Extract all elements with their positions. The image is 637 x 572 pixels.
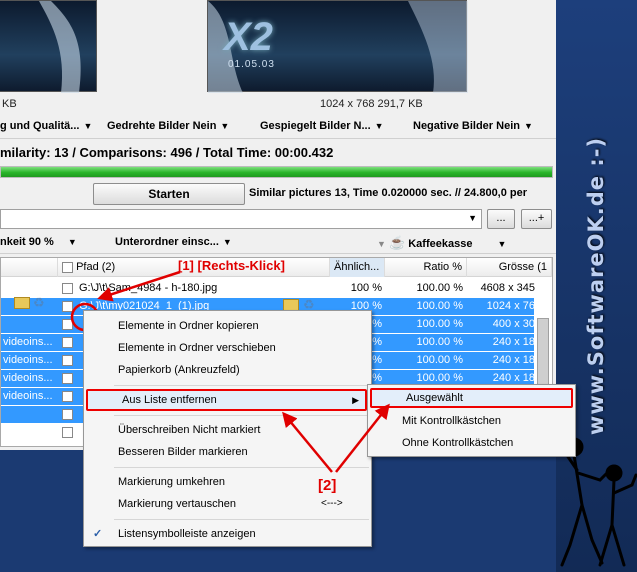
menu-item-swap-label: Markierung vertauschen (118, 498, 237, 510)
menu-item-remove-label: Aus Liste entfernen (122, 394, 217, 406)
mirrored-label: Gespiegelt Bilder N... (260, 120, 371, 132)
coffee-label: Kaffeekasse (408, 238, 473, 250)
quality-label: g und Qualitä... (0, 120, 80, 132)
options-bar: g und Qualitä... ▼ Gedrehte Bilder Nein ▼ … (0, 115, 556, 139)
status-text: Similar pictures 13, Time 0.020000 sec. … (249, 187, 528, 199)
row-checkbox[interactable] (62, 373, 73, 384)
left-thumbnail-art (39, 1, 81, 93)
menu-item-copy[interactable]: Elemente in Ordner kopieren (84, 315, 371, 337)
right-thumbnail[interactable]: X2 01.05.03 (207, 0, 468, 93)
menu-item-swap[interactable]: Markierung vertauschen <---> (84, 493, 371, 515)
coffee-cup-icon: ☕ (388, 235, 406, 250)
start-button[interactable]: Starten (93, 183, 245, 205)
chevron-down-icon: ▼ (220, 121, 230, 131)
right-thumbnail-info: 1024 x 768 291,7 KB (320, 98, 423, 110)
similarity-dropdown[interactable]: nkeit 90 % ▼ (0, 236, 77, 248)
chevron-down-icon: ▼ (523, 121, 533, 131)
chevron-down-icon: ▼ (377, 239, 386, 249)
stats-line: milarity: 13 / Comparisons: 496 / Total … (0, 145, 334, 160)
brand-text: www.SoftwareOK.de :-) (584, 136, 608, 436)
quality-dropdown[interactable]: g und Qualitä... ▼ (0, 120, 92, 132)
coffee-button[interactable]: ▼ ☕ Kaffeekasse ▼ (377, 235, 506, 251)
rotated-dropdown[interactable]: Gedrehte Bilder Nein ▼ (107, 120, 229, 132)
row-checkbox[interactable] (62, 427, 73, 438)
checkmark-icon: ✓ (93, 528, 103, 540)
mirrored-dropdown[interactable]: Gespiegelt Bilder N... ▼ (260, 120, 384, 132)
chevron-down-icon: ▼ (67, 237, 77, 247)
cell-size: 400 x 30 (492, 318, 535, 330)
cell-left (3, 316, 55, 333)
negative-dropdown[interactable]: Negative Bilder Nein ▼ (413, 120, 533, 132)
menu-item-list-toolbar-label: Listensymbolleiste anzeigen (118, 528, 256, 540)
similarity-label: nkeit 90 % (0, 236, 54, 248)
cell-size: 4608 x 345 (480, 282, 535, 294)
cell-left: videoins... (3, 390, 53, 402)
list-scrollbar[interactable] (537, 318, 549, 388)
cell-left: videoins... (3, 372, 53, 384)
row-checkbox[interactable] (62, 391, 73, 402)
left-thumbnail[interactable] (0, 0, 97, 93)
browse-button[interactable]: ... (487, 209, 515, 229)
cell-similar: 100 % (350, 282, 382, 294)
negative-label: Negative Bilder Nein (413, 120, 520, 132)
menu-separator (114, 385, 369, 386)
column-header-ratio[interactable]: Ratio % (385, 258, 467, 277)
menu-item-swap-hint: <---> (321, 498, 343, 509)
chevron-down-icon: ▼ (497, 239, 507, 249)
rotated-label: Gedrehte Bilder Nein (107, 120, 217, 132)
column-header-similar[interactable]: Ähnlich... (330, 258, 385, 277)
cell-size: 240 x 18 (492, 336, 535, 348)
chevron-down-icon: ▼ (222, 237, 232, 247)
subfolders-dropdown[interactable]: Unterordner einsc... ▼ (115, 236, 232, 248)
row-checkbox[interactable] (62, 409, 73, 420)
cell-size: 1024 x 76 (486, 300, 535, 312)
right-thumbnail-date: 01.05.03 (228, 59, 275, 70)
cell-left (3, 424, 55, 441)
cell-ratio: 100.00 % (416, 300, 463, 312)
cell-size: 240 x 18 (492, 354, 535, 366)
menu-item-recycle[interactable]: Papierkorb (Ankreuzfeld) (84, 359, 371, 381)
chevron-down-icon: ▼ (83, 121, 93, 131)
column-header-left[interactable] (1, 258, 58, 277)
path-combo[interactable]: ▼ (0, 209, 482, 229)
chevron-down-icon: ▼ (468, 213, 477, 223)
folder-icon[interactable] (14, 297, 30, 309)
menu-item-move[interactable]: Elemente in Ordner verschieben (84, 337, 371, 359)
progress-fill (1, 167, 552, 177)
menu-separator (114, 519, 369, 520)
cell-ratio: 100.00 % (416, 336, 463, 348)
cell-left: videoins... (3, 336, 53, 348)
filter-bar: nkeit 90 % ▼ Unterordner einsc... ▼ ▼ ☕ Ka… (0, 232, 556, 254)
row-checkbox[interactable] (62, 337, 73, 348)
cell-left (3, 406, 55, 423)
row-checkbox[interactable] (62, 355, 73, 366)
annotation-step2: [2] (318, 477, 337, 494)
subfolders-label: Unterordner einsc... (115, 236, 219, 248)
chevron-down-icon: ▼ (374, 121, 384, 131)
right-thumbnail-title: X2 (224, 15, 273, 59)
add-path-button[interactable]: ...+ (521, 209, 552, 229)
annotation-arrows-2 (282, 403, 390, 473)
left-thumbnail-info: KB (2, 98, 17, 110)
cell-left: videoins... (3, 354, 53, 366)
cell-ratio: 100.00 % (416, 318, 463, 330)
column-header-size[interactable]: Grösse (1 (467, 258, 552, 277)
recycle-icon[interactable]: ♻ (33, 295, 45, 311)
progress-bar (0, 166, 553, 178)
cell-ratio: 100.00 % (416, 282, 463, 294)
cell-left (3, 280, 55, 297)
cell-ratio: 100.00 % (416, 354, 463, 366)
menu-item-list-toolbar[interactable]: ✓ Listensymbolleiste anzeigen (84, 523, 371, 545)
